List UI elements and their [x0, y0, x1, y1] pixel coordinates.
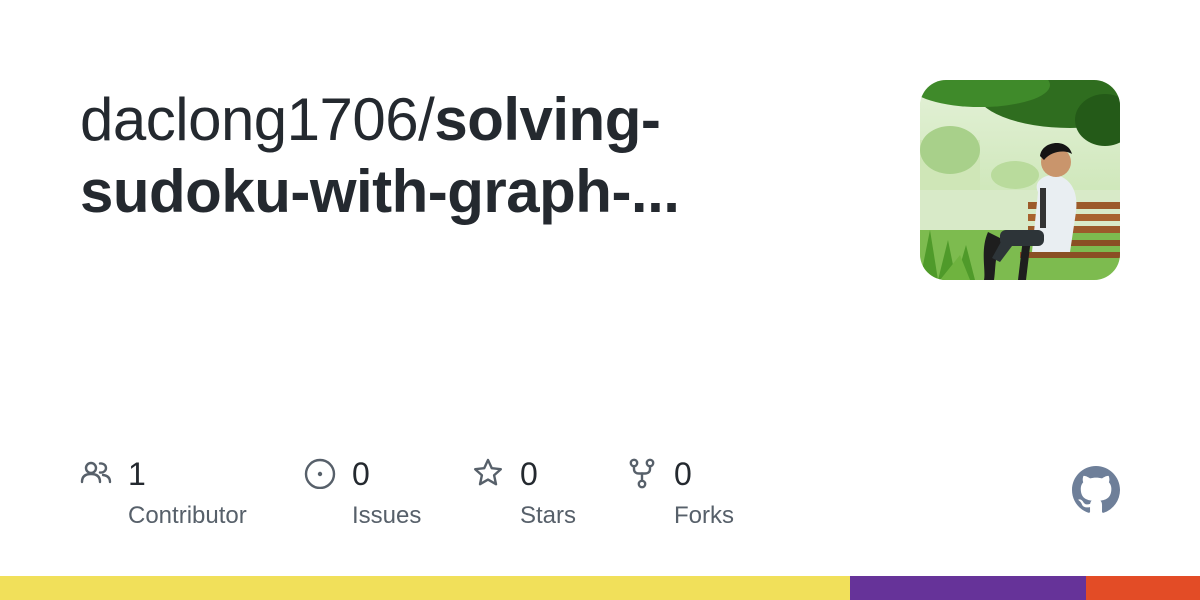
language-bar: [0, 576, 1200, 600]
stat-stars[interactable]: 0 Stars: [472, 455, 612, 535]
stat-contributors[interactable]: 1 Contributor: [80, 455, 280, 535]
repo-owner: daclong1706/: [80, 86, 435, 153]
github-mark-icon: [1072, 466, 1120, 513]
repo-name-part-1: solving-: [434, 86, 661, 153]
star-icon: [472, 457, 506, 491]
repo-name-part-2: sudoku-with-graph-...: [80, 158, 680, 225]
language-segment: [0, 576, 850, 600]
repo-title: daclong1706/solving- sudoku-with-graph-.…: [80, 84, 880, 228]
language-segment: [849, 576, 1086, 600]
issues-count: 0: [352, 456, 370, 492]
stars-label: Stars: [520, 502, 577, 529]
forks-label: Forks: [674, 502, 734, 529]
repo-forked-icon: [626, 457, 660, 491]
owner-avatar: [920, 80, 1120, 280]
issues-label: Issues: [352, 502, 422, 529]
stat-forks[interactable]: 0 Forks: [626, 455, 766, 535]
forks-count: 0: [674, 456, 692, 492]
contributors-label: Contributor: [128, 502, 247, 529]
language-segment: [1085, 576, 1200, 600]
profile-photo: [920, 80, 1120, 280]
github-logo[interactable]: [1072, 466, 1120, 514]
people-icon: [80, 457, 114, 491]
issue-opened-icon: [304, 457, 338, 491]
contributors-count: 1: [128, 456, 146, 492]
stars-count: 0: [520, 456, 538, 492]
stat-issues[interactable]: 0 Issues: [304, 455, 454, 535]
